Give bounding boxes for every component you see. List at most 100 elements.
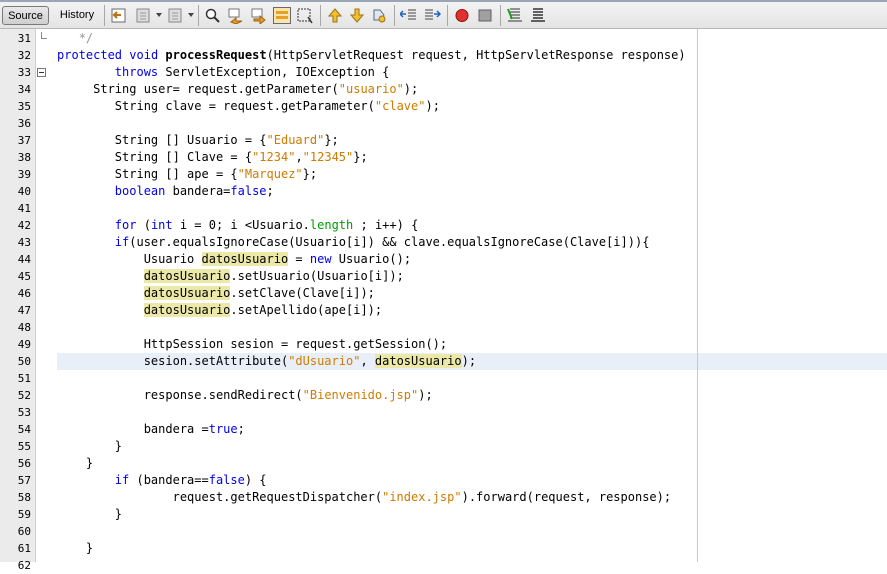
code-line[interactable]: 61 } bbox=[0, 540, 887, 557]
line-number: 53 bbox=[17, 406, 31, 419]
code-line[interactable]: 42 for (int i = 0; i <Usuario.length ; i… bbox=[0, 217, 887, 234]
line-number: 55 bbox=[17, 440, 31, 453]
line-number: 37 bbox=[17, 134, 31, 147]
find-selection-icon[interactable] bbox=[204, 7, 222, 24]
right-margin-guide bbox=[697, 29, 698, 562]
prev-edit-icon[interactable] bbox=[134, 7, 152, 24]
code-line[interactable]: 33 throws ServletException, IOException … bbox=[0, 64, 887, 81]
code-text[interactable]: String [] Usuario = {"Eduard"}; bbox=[57, 132, 339, 149]
code-text[interactable]: } bbox=[57, 438, 122, 455]
code-line[interactable]: 31 */ bbox=[0, 30, 887, 47]
code-text[interactable]: response.sendRedirect("Bienvenido.jsp"); bbox=[57, 387, 433, 404]
code-line[interactable]: 44 Usuario datosUsuario = new Usuario(); bbox=[0, 251, 887, 268]
toggle-highlight-icon[interactable] bbox=[273, 7, 291, 24]
find-next-icon[interactable] bbox=[250, 7, 268, 24]
code-line[interactable]: 47 datosUsuario.setApellido(ape[i]); bbox=[0, 302, 887, 319]
code-line[interactable]: 32 protected void processRequest(HttpServ… bbox=[0, 47, 887, 64]
code-text[interactable]: if (bandera==false) { bbox=[57, 472, 267, 489]
code-line[interactable]: 48 bbox=[0, 319, 887, 336]
code-line[interactable]: 40 boolean bandera=false; bbox=[0, 183, 887, 200]
code-line[interactable]: 38 String [] Clave = {"1234","12345"}; bbox=[0, 149, 887, 166]
code-text[interactable]: bandera =true; bbox=[57, 421, 245, 438]
line-number: 34 bbox=[17, 83, 31, 96]
code-line[interactable]: 56 } bbox=[0, 455, 887, 472]
code-text[interactable]: if(user.equalsIgnoreCase(Usuario[i]) && … bbox=[57, 234, 650, 251]
shift-left-icon[interactable] bbox=[400, 7, 418, 24]
start-macro-icon[interactable] bbox=[453, 7, 471, 24]
line-number: 59 bbox=[17, 508, 31, 521]
code-line[interactable]: 34 String user= request.getParameter("us… bbox=[0, 81, 887, 98]
stop-macro-icon[interactable] bbox=[476, 7, 494, 24]
prev-bookmark-icon[interactable] bbox=[326, 7, 344, 24]
code-text[interactable]: sesion.setAttribute("dUsuario", datosUsu… bbox=[57, 353, 476, 370]
toolbar-separator bbox=[394, 5, 395, 26]
code-line[interactable]: 51 bbox=[0, 370, 887, 387]
uncomment-icon[interactable] bbox=[529, 7, 547, 24]
code-text[interactable]: HttpSession sesion = request.getSession(… bbox=[57, 336, 447, 353]
code-line[interactable]: 54 bandera =true; bbox=[0, 421, 887, 438]
code-line[interactable]: 49 HttpSession sesion = request.getSessi… bbox=[0, 336, 887, 353]
code-line[interactable]: 39 String [] ape = {"Marquez"}; bbox=[0, 166, 887, 183]
find-previous-icon[interactable] bbox=[227, 7, 245, 24]
back-history-icon[interactable] bbox=[110, 7, 128, 24]
fold-collapse-icon[interactable] bbox=[37, 68, 46, 77]
line-number: 62 bbox=[17, 559, 31, 572]
code-text[interactable]: datosUsuario.setUsuario(Usuario[i]); bbox=[57, 268, 404, 285]
line-number: 43 bbox=[17, 236, 31, 249]
code-line[interactable]: 35 String clave = request.getParameter("… bbox=[0, 98, 887, 115]
line-number: 38 bbox=[17, 151, 31, 164]
code-line[interactable]: 45 datosUsuario.setUsuario(Usuario[i]); bbox=[0, 268, 887, 285]
code-text[interactable]: } bbox=[57, 506, 122, 523]
code-line[interactable]: 52 response.sendRedirect("Bienvenido.jsp… bbox=[0, 387, 887, 404]
code-text[interactable]: datosUsuario.setClave(Clave[i]); bbox=[57, 285, 375, 302]
toggle-rect-selection-icon[interactable] bbox=[296, 7, 314, 24]
line-number: 49 bbox=[17, 338, 31, 351]
code-text[interactable]: for (int i = 0; i <Usuario.length ; i++)… bbox=[57, 217, 419, 234]
comment-icon[interactable] bbox=[506, 7, 524, 24]
code-text[interactable]: String clave = request.getParameter("cla… bbox=[57, 98, 440, 115]
next-bookmark-icon[interactable] bbox=[348, 7, 366, 24]
chevron-down-icon[interactable] bbox=[156, 13, 162, 17]
code-text[interactable]: String [] Clave = {"1234","12345"}; bbox=[57, 149, 368, 166]
line-number: 39 bbox=[17, 168, 31, 181]
toolbar-separator bbox=[320, 5, 321, 26]
code-text[interactable]: } bbox=[57, 455, 93, 472]
code-text[interactable]: request.getRequestDispatcher("index.jsp"… bbox=[57, 489, 672, 506]
line-number: 54 bbox=[17, 423, 31, 436]
code-line[interactable]: 62 bbox=[0, 557, 887, 574]
line-number: 61 bbox=[17, 542, 31, 555]
code-text[interactable]: String [] ape = {"Marquez"}; bbox=[57, 166, 317, 183]
fold-end-marker bbox=[41, 32, 47, 39]
code-text[interactable]: Usuario datosUsuario = new Usuario(); bbox=[57, 251, 411, 268]
code-line[interactable]: 59 } bbox=[0, 506, 887, 523]
code-text[interactable]: throws ServletException, IOException { bbox=[57, 64, 390, 81]
code-text[interactable]: } bbox=[57, 540, 93, 557]
line-number: 47 bbox=[17, 304, 31, 317]
code-line[interactable]: 58 request.getRequestDispatcher("index.j… bbox=[0, 489, 887, 506]
chevron-down-icon[interactable] bbox=[188, 13, 194, 17]
code-text[interactable]: boolean bandera=false; bbox=[57, 183, 274, 200]
code-line[interactable]: 53 bbox=[0, 404, 887, 421]
next-edit-icon[interactable] bbox=[166, 7, 184, 24]
code-text[interactable]: String user= request.getParameter("usuar… bbox=[57, 81, 418, 98]
tab-source[interactable]: Source bbox=[2, 6, 49, 25]
shift-right-icon[interactable] bbox=[423, 7, 441, 24]
tab-history[interactable]: History bbox=[54, 6, 100, 25]
code-line[interactable]: 41 bbox=[0, 200, 887, 217]
code-line[interactable]: 43 if(user.equalsIgnoreCase(Usuario[i]) … bbox=[0, 234, 887, 251]
code-line[interactable]: 37 String [] Usuario = {"Eduard"}; bbox=[0, 132, 887, 149]
line-number: 60 bbox=[17, 525, 31, 538]
code-text[interactable]: */ bbox=[57, 30, 93, 47]
code-line[interactable]: 55 } bbox=[0, 438, 887, 455]
code-text[interactable]: protected void processRequest(HttpServle… bbox=[57, 47, 686, 64]
line-number: 44 bbox=[17, 253, 31, 266]
code-line[interactable]: 60 bbox=[0, 523, 887, 540]
code-line[interactable]: 36 bbox=[0, 115, 887, 132]
code-line[interactable]: 50 sesion.setAttribute("dUsuario", datos… bbox=[0, 353, 887, 370]
line-number: 56 bbox=[17, 457, 31, 470]
line-number: 57 bbox=[17, 474, 31, 487]
code-line[interactable]: 46 datosUsuario.setClave(Clave[i]); bbox=[0, 285, 887, 302]
code-line[interactable]: 57 if (bandera==false) { bbox=[0, 472, 887, 489]
code-text[interactable]: datosUsuario.setApellido(ape[i]); bbox=[57, 302, 382, 319]
toggle-bookmark-icon[interactable] bbox=[370, 7, 388, 24]
